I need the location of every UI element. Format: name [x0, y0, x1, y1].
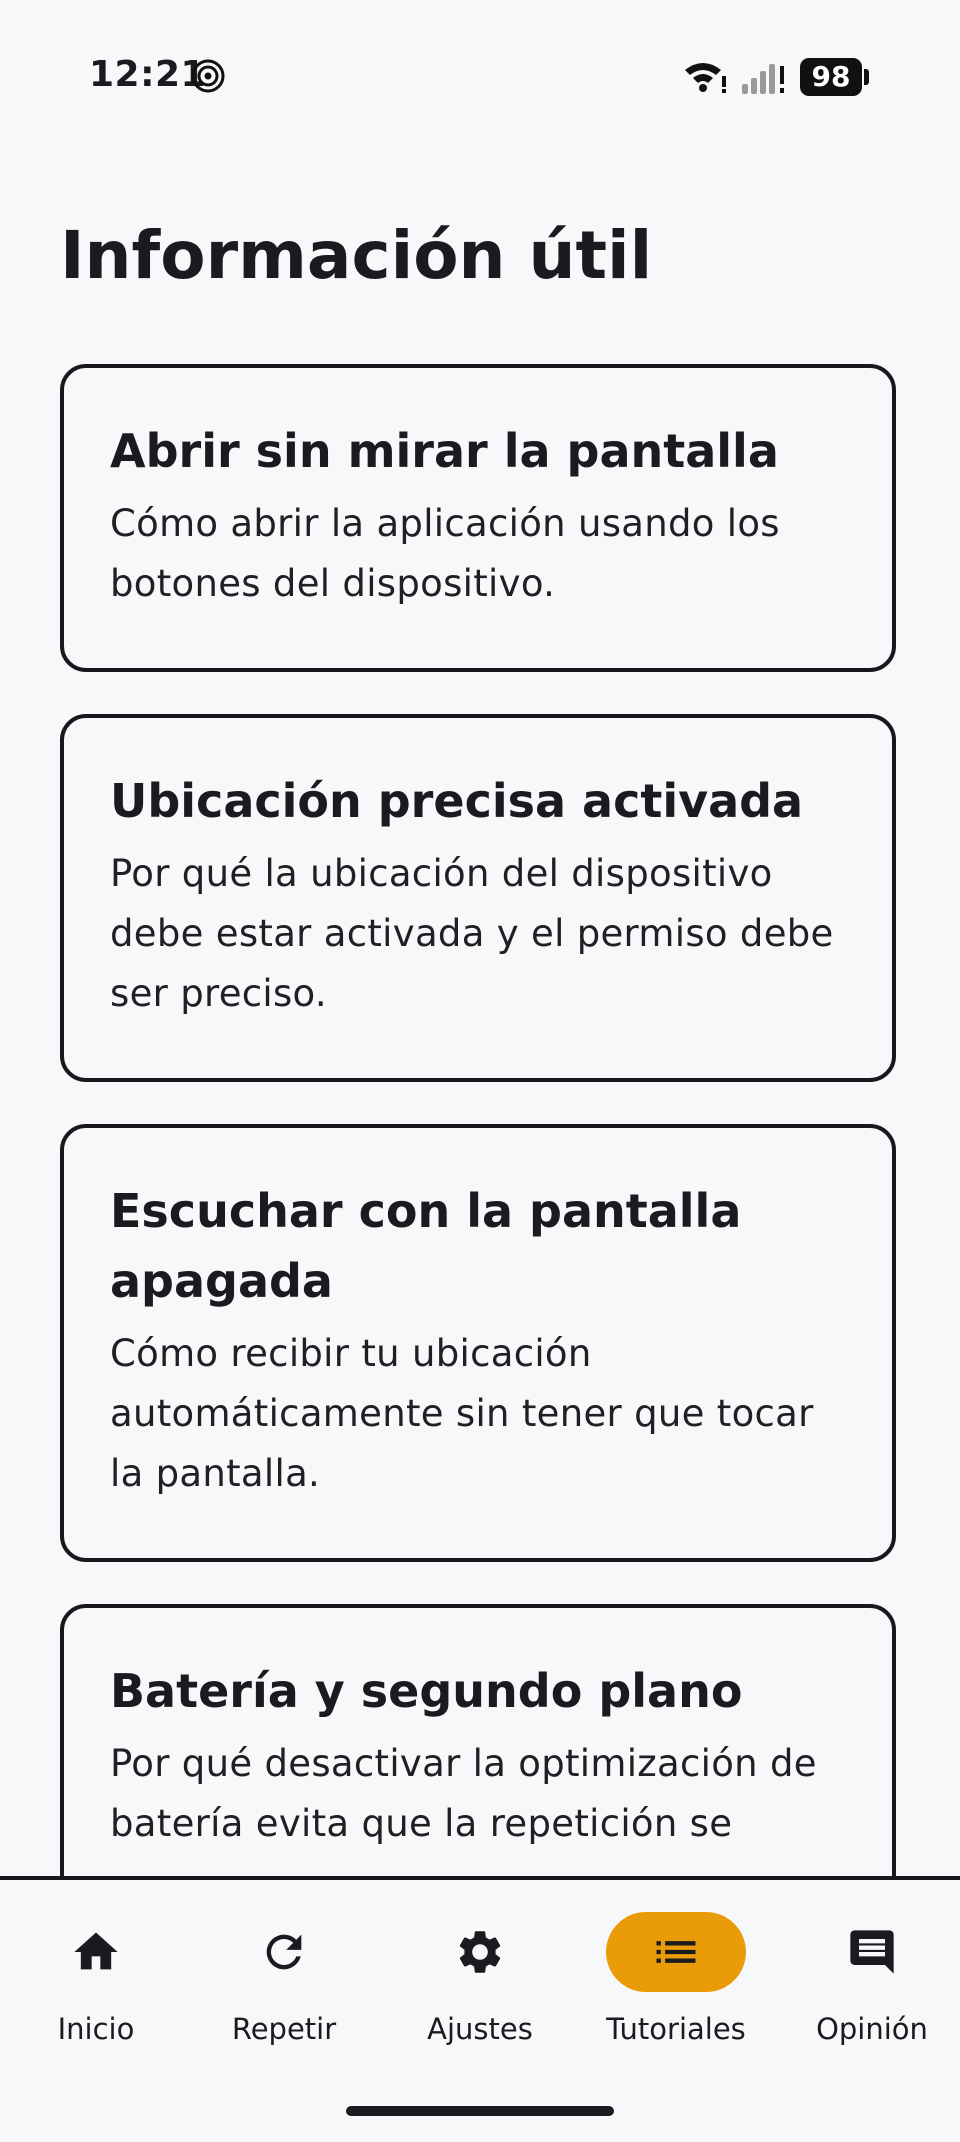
bottom-navigation: Inicio Repetir Ajustes Tutoriales Opinió…	[0, 1876, 960, 2142]
signal-icon	[742, 64, 784, 94]
battery-level: 98	[800, 58, 862, 96]
nav-item-inicio[interactable]: Inicio	[0, 1880, 192, 2080]
nav-label: Tutoriales	[606, 2012, 746, 2046]
refresh-icon	[266, 1934, 302, 1970]
nav-item-ajustes[interactable]: Ajustes	[384, 1880, 576, 2080]
spiral-icon	[191, 59, 225, 93]
tutorial-card-screen-off[interactable]: Escuchar con la pantalla apagada Cómo re…	[60, 1124, 896, 1562]
tutorial-card-open-without-looking[interactable]: Abrir sin mirar la pantalla Cómo abrir l…	[60, 364, 896, 672]
nav-item-tutoriales[interactable]: Tutoriales	[580, 1880, 772, 2080]
home-indicator[interactable]	[346, 2106, 614, 2116]
card-description: Cómo abrir la aplicación usando los boto…	[110, 502, 780, 605]
gear-icon	[459, 1931, 501, 1973]
page-title: Información útil	[60, 217, 653, 294]
status-time: 12:21	[89, 54, 207, 95]
home-icon	[74, 1932, 118, 1970]
nav-item-repetir[interactable]: Repetir	[188, 1880, 380, 2080]
active-indicator	[606, 1912, 746, 1992]
feedback-icon	[850, 1930, 894, 1974]
nav-label: Ajustes	[427, 2012, 533, 2046]
nav-item-opinion[interactable]: Opinión	[776, 1880, 960, 2080]
card-description: Por qué la ubicación del dispositivo deb…	[110, 852, 834, 1015]
list-icon	[656, 1941, 696, 1963]
battery-icon: 98	[800, 58, 870, 96]
nav-label: Repetir	[231, 2012, 337, 2046]
card-description: Por qué desactivar la optimización de ba…	[110, 1742, 817, 1845]
card-title: Abrir sin mirar la pantalla	[110, 424, 779, 478]
nav-label: Inicio	[57, 2012, 135, 2046]
tutorial-card-precise-location[interactable]: Ubicación precisa activada Por qué la ub…	[60, 714, 896, 1082]
card-title: Batería y segundo plano	[110, 1664, 743, 1718]
card-title: Escuchar con la pantalla apagada	[110, 1184, 742, 1308]
card-description: Cómo recibir tu ubicación automáticament…	[110, 1332, 814, 1495]
status-bar: 12:21 98	[0, 0, 960, 150]
nav-label: Opinión	[816, 2012, 928, 2046]
wifi-icon	[685, 63, 726, 93]
card-title: Ubicación precisa activada	[110, 774, 804, 828]
